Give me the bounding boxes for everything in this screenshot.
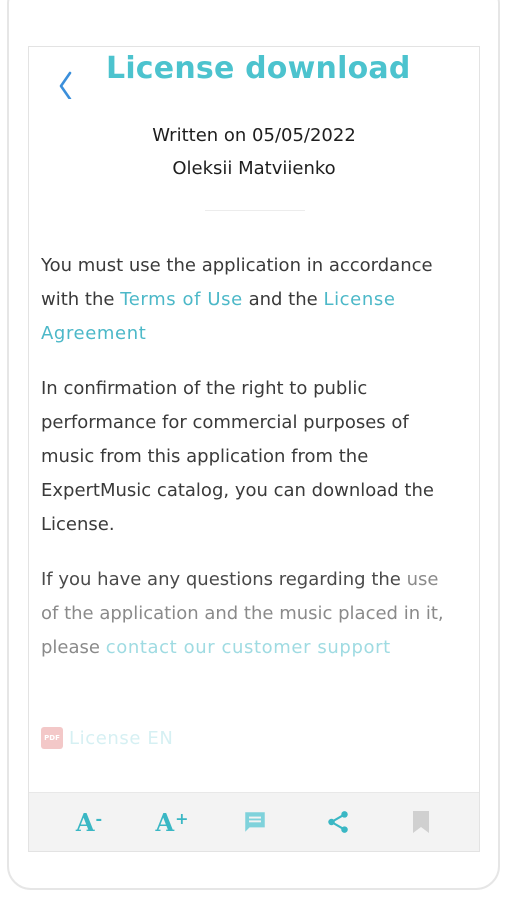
- share-button[interactable]: [313, 793, 363, 851]
- decrease-font-button[interactable]: A-: [64, 793, 114, 851]
- bookmark-button[interactable]: [396, 793, 446, 851]
- paragraph-usage: You must use the application in accordan…: [41, 249, 461, 351]
- comment-button[interactable]: [230, 793, 280, 851]
- comment-icon: [245, 812, 265, 832]
- article-author: Oleksii Matviienko: [172, 158, 336, 179]
- license-download-link[interactable]: PDF License EN: [41, 726, 173, 750]
- share-icon: [328, 811, 348, 833]
- contact-support-link[interactable]: contact our customer support: [106, 637, 391, 658]
- back-button[interactable]: [49, 65, 79, 101]
- license-download-label: License EN: [69, 727, 174, 749]
- paragraph-license: In confirmation of the right to public p…: [41, 378, 434, 535]
- chevron-left-icon: [59, 71, 72, 101]
- article-date: Written on 05/05/2022: [152, 125, 356, 146]
- paragraph-text: If you have any questions regarding the: [41, 569, 401, 590]
- page-title: License download: [106, 51, 411, 86]
- increase-font-glyph: A: [155, 807, 175, 837]
- decrease-mark: -: [95, 808, 103, 828]
- article-screen: License download Written on 05/05/2022 O…: [28, 46, 480, 852]
- paragraph-text: and the: [248, 289, 318, 310]
- terms-of-use-link[interactable]: Terms of Use: [120, 289, 243, 310]
- paragraph-support: If you have any questions regarding the …: [41, 563, 461, 665]
- pdf-icon: PDF: [41, 727, 63, 749]
- bookmark-icon: [413, 811, 429, 833]
- divider: [205, 210, 305, 211]
- increase-mark: +: [175, 808, 189, 828]
- decrease-font-glyph: A: [75, 807, 95, 837]
- reader-toolbar: A- A +: [29, 792, 479, 851]
- increase-font-button[interactable]: A +: [147, 793, 197, 851]
